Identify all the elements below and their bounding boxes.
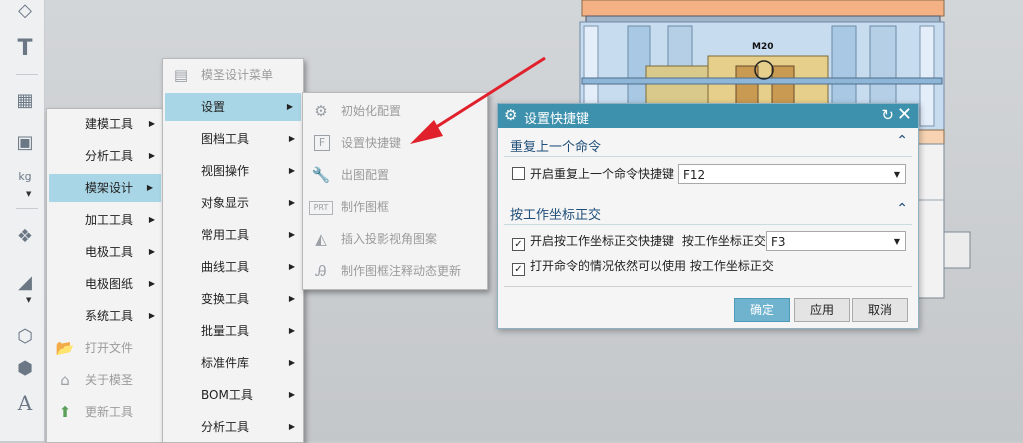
- gear-icon: ⚙: [504, 106, 518, 124]
- wcs-shortcut-select[interactable]: F3 ▼: [766, 231, 906, 251]
- apply-button[interactable]: 应用: [794, 298, 850, 322]
- shortcut-settings-dialog: ⚙ 设置快捷键 ↻ ✕ 重复上一个命令 ⌃ 开启重复上一个命令快捷键 F12 ▼ …: [497, 103, 919, 329]
- chevron-down-icon: ▼: [893, 170, 900, 179]
- section-title: 按工作坐标正交: [510, 208, 602, 223]
- inline-label: 按工作坐标正交: [681, 234, 766, 248]
- repeat-shortcut-checkbox[interactable]: [512, 167, 525, 180]
- checkbox-label: 打开命令的情况依然可以使用 按工作坐标正交: [530, 259, 774, 273]
- section-wcs-orthogonal[interactable]: 按工作坐标正交 ⌃: [504, 200, 912, 225]
- reset-icon[interactable]: ↻: [881, 106, 894, 124]
- collapse-chevron-icon[interactable]: ⌃: [896, 201, 908, 217]
- wcs-shortcut-row: ✓ 开启按工作坐标正交快捷键 按工作坐标正交: [512, 230, 766, 252]
- cancel-button[interactable]: 取消: [852, 298, 908, 322]
- section-title: 重复上一个命令: [510, 140, 602, 155]
- repeat-shortcut-row: 开启重复上一个命令快捷键: [512, 163, 674, 185]
- dialog-title: 设置快捷键: [524, 112, 590, 127]
- repeat-shortcut-select[interactable]: F12 ▼: [678, 164, 906, 184]
- chevron-down-icon: ▼: [893, 237, 900, 246]
- wcs-while-command-checkbox[interactable]: ✓: [512, 263, 525, 276]
- checkbox-label: 开启重复上一个命令快捷键: [530, 167, 675, 181]
- dialog-title-bar[interactable]: ⚙ 设置快捷键 ↻ ✕: [498, 104, 918, 128]
- dialog-divider: [504, 286, 912, 287]
- section-repeat-last-command[interactable]: 重复上一个命令 ⌃: [504, 132, 912, 157]
- ok-button[interactable]: 确定: [734, 298, 790, 322]
- wcs-while-command-row: ✓ 打开命令的情况依然可以使用 按工作坐标正交: [512, 255, 774, 277]
- wcs-shortcut-checkbox[interactable]: ✓: [512, 238, 525, 251]
- checkbox-label: 开启按工作坐标正交快捷键: [530, 234, 675, 248]
- collapse-chevron-icon[interactable]: ⌃: [896, 133, 908, 149]
- close-icon[interactable]: ✕: [897, 104, 912, 125]
